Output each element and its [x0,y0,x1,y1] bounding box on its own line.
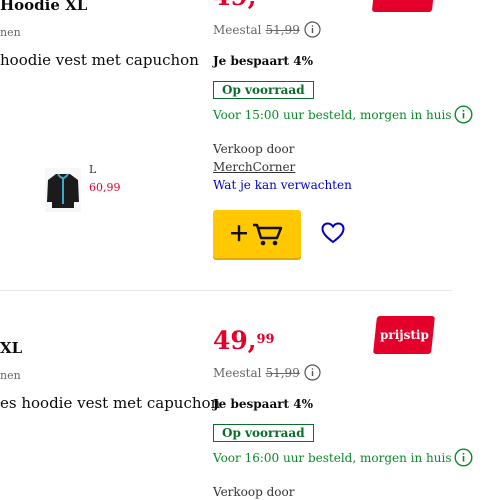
product-brand[interactable]: nen [0,26,21,39]
list-price-row: Meestal 51,99 [213,364,321,381]
add-to-cart-button[interactable] [213,210,301,258]
info-icon[interactable] [304,364,321,381]
product-price: 49, [213,0,257,9]
meestal-label: Meestal [213,22,262,37]
product-price: 49,99 [213,328,275,353]
product-description[interactable]: hoodie vest met capuchon [0,51,199,69]
list-price-row: Meestal 51,99 [213,21,321,38]
info-icon[interactable] [454,105,473,124]
savings-text: Je bespaart 4% [213,54,314,68]
heart-icon [321,222,345,244]
prijstip-badge: prijstip [373,316,435,354]
prijstip-label: prijstip [379,328,429,342]
expectations-link[interactable]: Wat je kan verwachten [213,178,352,192]
delivery-row: Voor 16:00 uur besteld, morgen in huis [213,448,473,467]
product-brand[interactable]: nen [0,369,21,382]
delivery-row: Voor 15:00 uur besteld, morgen in huis [213,105,473,124]
old-price: 51,99 [265,22,300,37]
seller-label: Verkoop door [213,142,295,156]
old-price: 51,99 [265,365,300,380]
savings-text: Je bespaart 4% [213,397,314,411]
product-title[interactable]: XL [0,339,22,357]
meestal-label: Meestal [213,365,262,380]
stock-badge: Op voorraad [213,424,314,442]
seller-label: Verkoop door [213,485,295,499]
product-description[interactable]: es hoodie vest met capuchon [0,394,220,412]
add-to-cart-icon [231,223,283,246]
product-title[interactable]: Hoodie XL [0,0,87,14]
seller-link[interactable]: MerchCorner [213,160,295,174]
delivery-text: Voor 16:00 uur besteld, morgen in huis [213,450,452,465]
prijstip-badge [371,0,435,12]
variant-price[interactable]: 60,99 [89,181,121,194]
info-icon[interactable] [454,448,473,467]
info-icon[interactable] [304,21,321,38]
price-whole: 49, [213,0,257,11]
variant-size[interactable]: L [89,163,96,176]
delivery-text: Voor 15:00 uur besteld, morgen in huis [213,107,452,122]
stock-badge: Op voorraad [213,81,314,99]
product-divider [0,290,452,291]
wishlist-button[interactable] [321,222,345,246]
variant-thumbnail[interactable] [45,168,81,212]
price-fraction: 99 [256,332,275,347]
price-whole: 49, [213,326,257,355]
